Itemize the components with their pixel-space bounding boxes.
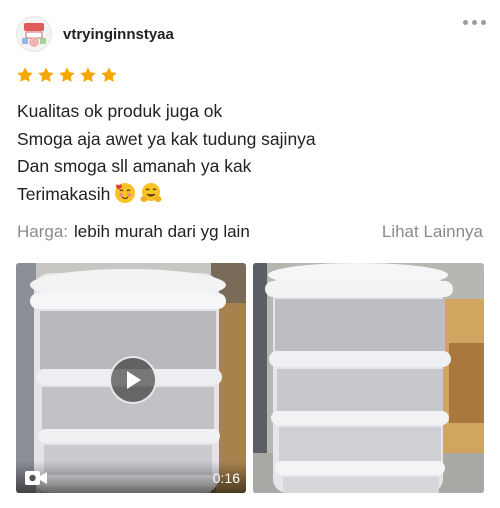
star-icon	[38, 67, 54, 83]
video-bar	[16, 461, 246, 493]
review-header: vtryinginnstyaa	[16, 14, 486, 54]
star-rating	[16, 66, 118, 84]
star-icon	[101, 67, 117, 83]
play-icon[interactable]	[109, 356, 157, 404]
review-line: Smoga aja awet ya kak tudung sajinya	[17, 128, 316, 149]
video-duration: 0:16	[212, 470, 240, 486]
price-label: Harga:	[17, 222, 69, 241]
price-value: lebih murah dari yg lain	[74, 222, 250, 241]
product-photo[interactable]	[253, 263, 484, 493]
video-camera-icon	[25, 471, 47, 485]
hugging-face-emoji	[140, 182, 162, 213]
video-thumbnail[interactable]: 0:16	[16, 263, 246, 493]
more-options-icon[interactable]	[463, 20, 486, 25]
avatar[interactable]	[16, 16, 52, 52]
see-more-link[interactable]: Lihat Lainnya	[382, 222, 483, 242]
star-icon	[80, 67, 96, 83]
review-text: Kualitas ok produk juga ok Smoga aja awe…	[17, 98, 316, 212]
star-icon	[59, 67, 75, 83]
review-line: Kualitas ok produk juga ok	[17, 101, 223, 121]
star-icon	[17, 67, 33, 83]
username[interactable]: vtryinginnstyaa	[63, 26, 174, 43]
price-row: Harga: lebih murah dari yg lain Lihat Lai…	[17, 222, 483, 242]
review-line: Terimakasih	[17, 183, 111, 204]
review-line: Dan smoga sll amanah ya kak	[17, 156, 252, 176]
smiling-hearts-emoji	[114, 182, 136, 213]
review-card: vtryinginnstyaa Kualitas ok produk juga …	[0, 0, 500, 508]
